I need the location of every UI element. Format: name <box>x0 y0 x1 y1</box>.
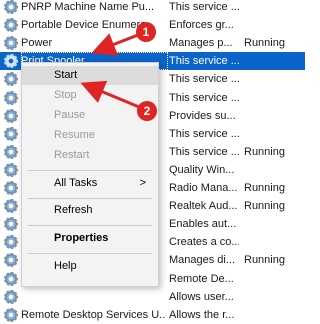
annotation-arrows <box>80 33 140 109</box>
step-1-badge: 1 <box>136 22 156 42</box>
arrow-to-start <box>80 80 140 109</box>
service-row[interactable]: Remote Desktop Services U... Allows the r… <box>0 306 305 324</box>
service-gear-icon <box>4 307 18 322</box>
service-description: Allows the r... <box>169 308 235 321</box>
service-name: Remote Desktop Services U... <box>21 308 166 321</box>
arrow-to-print-spooler <box>91 33 139 56</box>
service-gear-icon <box>4 289 18 304</box>
service-row[interactable]: Allows user... <box>0 288 305 306</box>
step-2-badge: 2 <box>137 101 157 121</box>
service-description: Allows user... <box>169 290 234 303</box>
